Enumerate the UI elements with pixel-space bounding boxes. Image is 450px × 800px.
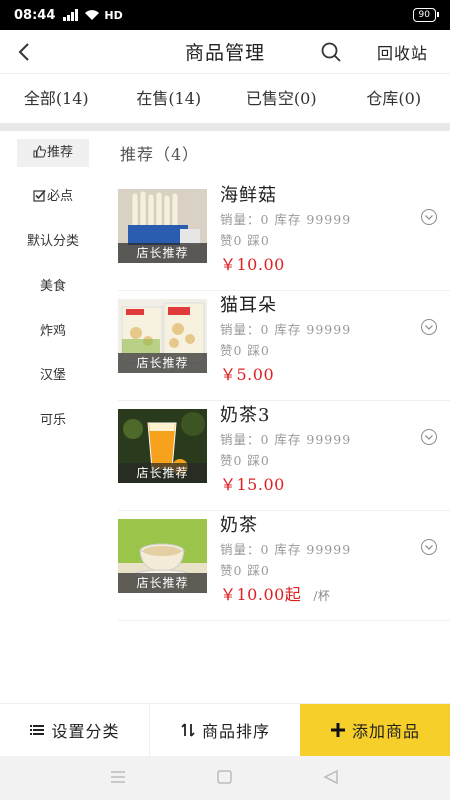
tab-all[interactable]: 全部(14): [0, 75, 113, 123]
product-price: ￥5.00: [220, 361, 274, 385]
add-product-button[interactable]: 添加商品: [300, 704, 450, 756]
tab-on-sale[interactable]: 在售(14): [113, 75, 226, 123]
add-product-label: 添加商品: [351, 722, 420, 741]
price-value: ￥5.00: [220, 365, 275, 384]
chevron-down-icon[interactable]: [420, 208, 438, 226]
status-bar: 08:44 HD 90: [0, 0, 450, 30]
set-category-button[interactable]: 设置分类: [0, 704, 150, 756]
plus-icon: [330, 723, 345, 737]
chevron-down-icon[interactable]: [420, 428, 438, 446]
product-stats: 销量：0 库存 99999: [220, 212, 352, 227]
store-recommend-badge: 店长推荐: [118, 463, 207, 483]
sidebar-item-recommended[interactable]: 推荐: [17, 139, 89, 167]
store-recommend-badge: 店长推荐: [118, 573, 207, 593]
price-value: ￥10.00: [220, 255, 285, 274]
set-category-label: 设置分类: [51, 722, 120, 741]
product-stats: 销量：0 库存 99999: [220, 322, 352, 337]
product-image: 店长推荐: [118, 519, 207, 593]
sidebar-item-food[interactable]: 美食: [17, 273, 89, 301]
list-icon: [30, 725, 45, 735]
sort-products-button[interactable]: 商品排序: [150, 704, 300, 756]
system-nav-bar: [0, 756, 450, 800]
sidebar-item-must-order[interactable]: 必点: [17, 183, 89, 211]
section-title: 推荐（4）: [120, 145, 200, 164]
divider: [0, 123, 450, 131]
price-unit: /杯: [313, 589, 331, 603]
product-item[interactable]: 店长推荐 海鲜菇 销量：0 库存 99999 赞0 踩0 ￥10.00: [118, 181, 450, 291]
category-sidebar: 推荐 必点 默认分类 美食 炸鸡 汉堡 可乐: [0, 131, 105, 703]
product-likes: 赞0 踩0: [220, 233, 270, 248]
store-recommend-badge: 店长推荐: [118, 243, 207, 263]
product-name: 奶茶: [220, 515, 258, 536]
price-value: ￥10.00起: [220, 585, 302, 604]
product-price: ￥10.00: [220, 251, 285, 275]
product-item[interactable]: 店长推荐 奶茶3 销量：0 库存 99999 赞0 踩0 ￥15.00: [118, 401, 450, 511]
product-item[interactable]: 店长推荐 猫耳朵 销量：0 库存 99999 赞0 踩0 ￥5.00: [118, 291, 450, 401]
search-icon[interactable]: [320, 41, 342, 63]
product-price: ￥15.00: [220, 471, 285, 495]
header-bar: 商品管理 回收站: [0, 30, 450, 74]
wifi-icon: [85, 10, 100, 20]
price-value: ￥15.00: [220, 475, 285, 494]
sidebar-item-cola[interactable]: 可乐: [17, 407, 89, 435]
product-likes: 赞0 踩0: [220, 563, 270, 578]
product-image: 店长推荐: [118, 299, 207, 373]
menu-icon[interactable]: [109, 769, 127, 785]
product-stats: 销量：0 库存 99999: [220, 432, 352, 447]
battery-icon: 90: [412, 8, 440, 22]
product-name: 奶茶3: [220, 405, 271, 426]
signal-icon: [63, 9, 79, 21]
sort-icon: [181, 723, 195, 737]
chevron-down-icon[interactable]: [420, 318, 438, 336]
sort-products-label: 商品排序: [201, 722, 270, 741]
sidebar-item-burger[interactable]: 汉堡: [17, 362, 89, 390]
status-time: 08:44: [14, 7, 56, 23]
product-list: 推荐（4） 店长推荐 海鲜菇 销量：0 库存 99999 赞0 踩0 ￥10.0…: [105, 131, 450, 703]
tab-sold-out[interactable]: 已售空(0): [225, 75, 338, 123]
thumbs-up-icon: [33, 145, 46, 158]
home-icon[interactable]: [216, 769, 234, 785]
sidebar-item-label: 推荐: [46, 145, 73, 160]
product-image: 店长推荐: [118, 189, 207, 263]
tab-warehouse[interactable]: 仓库(0): [338, 75, 450, 123]
chevron-down-icon[interactable]: [420, 538, 438, 556]
sidebar-item-fried-chicken[interactable]: 炸鸡: [17, 318, 89, 346]
back-icon[interactable]: [322, 769, 340, 785]
product-price: ￥10.00起/杯: [220, 581, 330, 605]
store-recommend-badge: 店长推荐: [118, 353, 207, 373]
product-name: 海鲜菇: [220, 185, 277, 206]
product-likes: 赞0 踩0: [220, 453, 270, 468]
status-tabs: 全部(14) 在售(14) 已售空(0) 仓库(0): [0, 75, 450, 123]
sidebar-item-default[interactable]: 默认分类: [17, 228, 89, 256]
product-item[interactable]: 店长推荐 奶茶 销量：0 库存 99999 赞0 踩0 ￥10.00起/杯: [118, 511, 450, 621]
sidebar-item-label: 必点: [46, 189, 73, 204]
product-image: 店长推荐: [118, 409, 207, 483]
network-type: HD: [104, 8, 123, 22]
product-name: 猫耳朵: [220, 295, 277, 316]
bottom-action-bar: 设置分类 商品排序 添加商品: [0, 703, 450, 756]
recycle-bin-link[interactable]: 回收站: [377, 40, 428, 64]
checkbox-icon: [33, 189, 46, 202]
product-stats: 销量：0 库存 99999: [220, 542, 352, 557]
product-likes: 赞0 踩0: [220, 343, 270, 358]
